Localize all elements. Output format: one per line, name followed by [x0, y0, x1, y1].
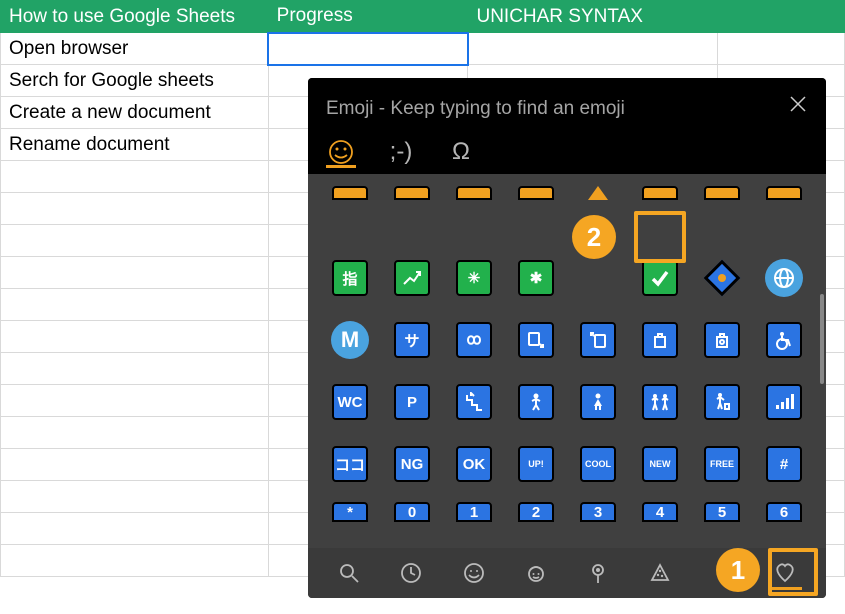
- footer-girl-icon[interactable]: [519, 556, 553, 590]
- footer-pizza-icon[interactable]: [643, 556, 677, 590]
- emoji-WC[interactable]: WC: [322, 374, 378, 430]
- cell[interactable]: Serch for Google sheets: [1, 65, 269, 97]
- cell-c2[interactable]: [468, 33, 718, 65]
- footer-heart-icon[interactable]: [768, 556, 802, 590]
- emoji-picker-panel: Emoji - Keep typing to find an emoji ;-)…: [308, 78, 826, 598]
- emoji-#[interactable]: #: [756, 436, 812, 492]
- emoji-P[interactable]: P: [384, 374, 440, 430]
- emoji-FREE[interactable]: FREE: [694, 436, 750, 492]
- emoji-left-luggage[interactable]: [694, 312, 750, 368]
- emoji-UP![interactable]: UP!: [508, 436, 564, 492]
- cell[interactable]: [1, 481, 269, 513]
- emoji-signal[interactable]: [756, 374, 812, 430]
- cell[interactable]: [1, 257, 269, 289]
- emoji-grid: 指 ✳✱ MサWCPココNGOKUP!COOLNEWFREE# *0123456: [322, 250, 812, 548]
- emoji-1[interactable]: 1: [446, 498, 502, 526]
- scrollbar-thumb[interactable]: [820, 294, 824, 384]
- emoji-baggage[interactable]: [632, 312, 688, 368]
- emoji-0[interactable]: 0: [384, 498, 440, 526]
- footer-grin-icon[interactable]: [457, 556, 491, 590]
- cell[interactable]: Create a new document: [1, 97, 269, 129]
- emoji-picker-title: Emoji - Keep typing to find an emoji: [326, 98, 808, 120]
- emoji-6[interactable]: 6: [756, 498, 812, 526]
- cell[interactable]: [1, 193, 269, 225]
- emoji-infinity[interactable]: [446, 312, 502, 368]
- emoji-partial[interactable]: [518, 186, 554, 200]
- emoji-ココ[interactable]: ココ: [322, 436, 378, 492]
- emoji-family[interactable]: [632, 374, 688, 430]
- cell[interactable]: [1, 225, 269, 257]
- emoji-partial[interactable]: [332, 186, 368, 200]
- emoji-man[interactable]: [508, 374, 564, 430]
- cell[interactable]: [1, 161, 269, 193]
- tab-symbols[interactable]: Ω: [446, 138, 476, 168]
- emoji-M[interactable]: M: [322, 312, 378, 368]
- cell[interactable]: [1, 385, 269, 417]
- annotation-marker-2: 2: [572, 215, 616, 259]
- cell-b2-active[interactable]: [268, 33, 468, 65]
- emoji-✱[interactable]: ✱: [508, 250, 564, 306]
- emoji-2[interactable]: 2: [508, 498, 564, 526]
- emoji-picker-header: Emoji - Keep typing to find an emoji ;-)…: [308, 78, 826, 174]
- emoji-NEW[interactable]: NEW: [632, 436, 688, 492]
- emoji-phone-up[interactable]: [570, 312, 626, 368]
- emoji-OK[interactable]: OK: [446, 436, 502, 492]
- emoji-partial[interactable]: [642, 186, 678, 200]
- cell[interactable]: [1, 545, 269, 577]
- header-row: How to use Google Sheets Progress UNICHA…: [1, 1, 845, 33]
- header-cell[interactable]: UNICHAR SYNTAX: [468, 1, 718, 33]
- emoji-wheelchair[interactable]: [756, 312, 812, 368]
- emoji-NG[interactable]: NG: [384, 436, 440, 492]
- header-cell[interactable]: Progress: [268, 1, 468, 33]
- cell[interactable]: Rename document: [1, 129, 269, 161]
- cell[interactable]: [1, 513, 269, 545]
- emoji-check[interactable]: [632, 250, 688, 306]
- emoji-picker-tabs: ;-) Ω: [326, 138, 808, 174]
- emoji-woman[interactable]: [570, 374, 626, 430]
- emoji-サ[interactable]: サ: [384, 312, 440, 368]
- header-cell[interactable]: [718, 1, 845, 33]
- cell[interactable]: [1, 353, 269, 385]
- emoji-4[interactable]: 4: [632, 498, 688, 526]
- emoji-diamond[interactable]: [694, 250, 750, 306]
- cell-a2[interactable]: Open browser: [1, 33, 269, 65]
- emoji-5[interactable]: 5: [694, 498, 750, 526]
- emoji-globe[interactable]: [756, 250, 812, 306]
- emoji-指[interactable]: 指: [322, 250, 378, 306]
- cell[interactable]: [1, 449, 269, 481]
- footer-pin-icon[interactable]: [581, 556, 615, 590]
- cell-d2[interactable]: [718, 33, 845, 65]
- cell[interactable]: [1, 417, 269, 449]
- emoji-✳[interactable]: ✳: [446, 250, 502, 306]
- emoji-partial[interactable]: [766, 186, 802, 200]
- footer-search-icon[interactable]: [332, 556, 366, 590]
- tab-emoji[interactable]: [326, 138, 356, 168]
- header-cell[interactable]: How to use Google Sheets: [1, 1, 269, 33]
- emoji-stairs[interactable]: [446, 374, 502, 430]
- emoji-grid-partial: [322, 184, 812, 240]
- table-row: Open browser: [1, 33, 845, 65]
- emoji-partial[interactable]: [588, 186, 608, 200]
- emoji-picker-body: 指✳✱MサWCPココNGOKUP!COOLNEWFREE#*0123456 2: [308, 174, 826, 548]
- emoji-partial[interactable]: [456, 186, 492, 200]
- close-icon[interactable]: [786, 92, 810, 116]
- emoji-phone-down[interactable]: [508, 312, 564, 368]
- emoji-chart-up[interactable]: [384, 250, 440, 306]
- emoji-*[interactable]: *: [322, 498, 378, 526]
- emoji-COOL[interactable]: COOL: [570, 436, 626, 492]
- emoji-partial[interactable]: [394, 186, 430, 200]
- emoji-litter[interactable]: [694, 374, 750, 430]
- tab-kaomoji[interactable]: ;-): [386, 138, 416, 168]
- footer-clock-icon[interactable]: [394, 556, 428, 590]
- cell[interactable]: [1, 289, 269, 321]
- emoji-partial[interactable]: [704, 186, 740, 200]
- emoji-3[interactable]: 3: [570, 498, 626, 526]
- annotation-marker-1: 1: [716, 548, 760, 592]
- cell[interactable]: [1, 321, 269, 353]
